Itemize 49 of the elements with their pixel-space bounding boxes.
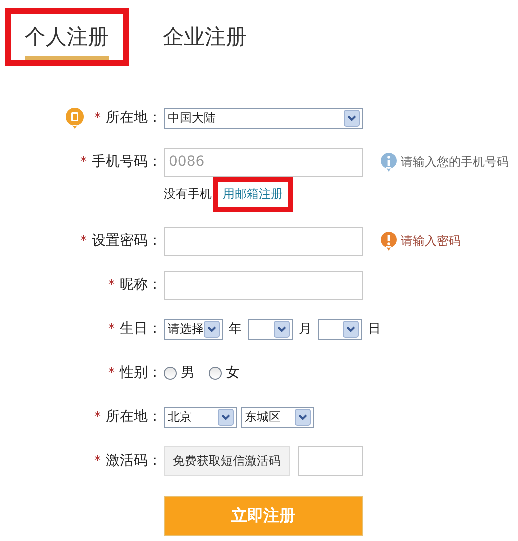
radio-label: 男 [181,364,195,382]
hint-text: 请输入密码 [401,232,461,250]
required-mark: * [80,154,87,170]
required-mark: * [94,410,101,424]
radio-button[interactable] [164,366,177,380]
field-label: 所在地： [106,109,162,127]
required-mark: * [80,234,87,248]
caret-icon [218,408,234,426]
dropdown-field[interactable]: 北京 [164,406,237,428]
caret-icon [343,320,359,338]
input-field[interactable] [164,270,363,300]
field-label: 所在地： [106,408,162,426]
required-mark: * [108,278,115,292]
warning-icon [381,232,397,250]
caret-icon [295,408,311,426]
field-label: 性别： [120,364,162,382]
dropdown-field[interactable]: 请选择 [164,318,223,340]
caret-icon [204,320,220,338]
required-mark: * [94,454,101,468]
required-mark: * [94,110,101,126]
field-label: 昵称： [120,276,162,294]
hint-text: 请输入您的手机号码 [401,154,509,170]
input-field[interactable] [298,446,363,476]
input-field[interactable] [164,226,363,256]
input-field[interactable]: 0086 [164,148,363,176]
dropdown-field[interactable]: 东城区 [241,406,314,428]
unit-label: 日 [368,321,381,338]
radio-label: 女 [226,364,240,382]
required-mark: * [108,322,115,336]
tab[interactable]: 企业注册 [163,22,247,60]
tab[interactable]: 个人注册 [25,22,109,60]
caret-icon [274,320,290,338]
dropdown-field[interactable] [248,318,293,340]
required-mark: * [108,366,115,380]
dropdown-field[interactable] [318,318,362,340]
info-icon [381,152,397,172]
caret-icon [344,110,360,126]
field-label: 生日： [120,320,162,338]
unit-label: 月 [299,321,312,338]
note-text: 没有手机 [164,186,212,203]
unit-label: 年 [229,321,242,338]
phone-icon [66,108,84,128]
dropdown-field[interactable]: 中国大陆 [164,108,363,128]
email-register-link[interactable]: 用邮箱注册 [223,186,283,203]
field-label: 设置密码： [92,232,162,250]
field-label: 激活码： [106,452,162,470]
sms-code-button[interactable]: 免费获取短信激活码 [164,446,290,476]
field-label: 手机号码： [92,153,162,171]
radio-button[interactable] [209,366,222,380]
